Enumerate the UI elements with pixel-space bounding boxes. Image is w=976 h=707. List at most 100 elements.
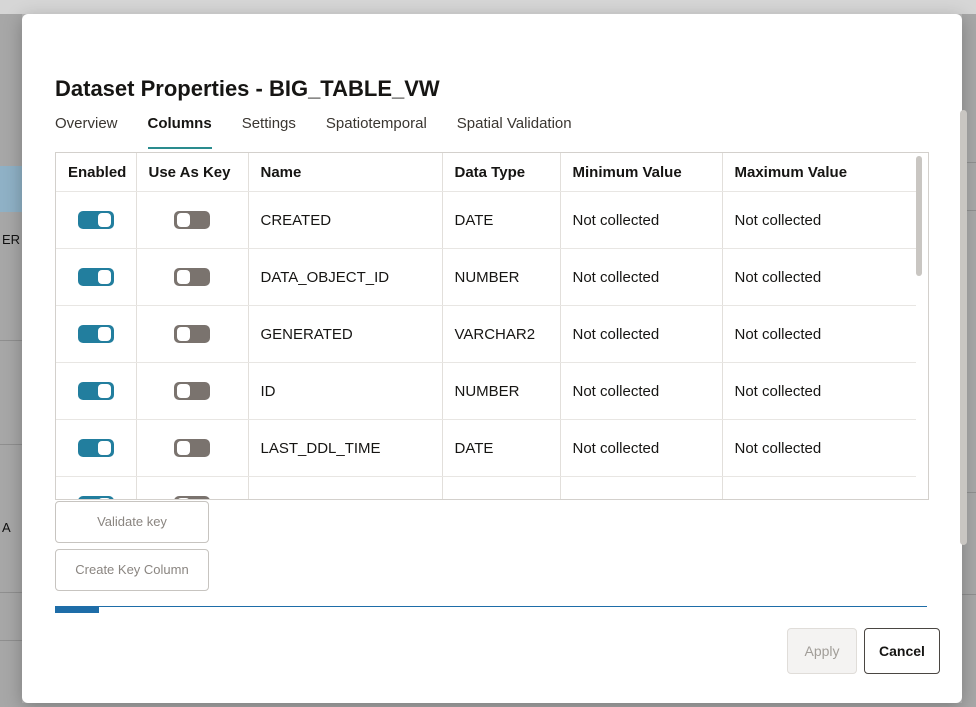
background-edge-text: A [2, 520, 11, 535]
background-row-line [0, 340, 22, 341]
toggle-knob [177, 498, 190, 499]
header-minimum-value: Minimum Value [560, 153, 723, 192]
progress-bar [55, 606, 927, 615]
enabled-cell [56, 476, 137, 499]
apply-button[interactable]: Apply [787, 628, 857, 674]
column-name-cell: LAST_DDL_TIME [248, 419, 443, 477]
toggle-knob [177, 213, 190, 228]
use-as-key-toggle[interactable] [174, 382, 210, 401]
toggle-knob [177, 384, 190, 399]
column-name-cell: LATITUDE [248, 476, 443, 499]
table-row: DATA_OBJECT_ID NUMBER Not collected Not col… [56, 248, 916, 306]
dataset-properties-dialog: Dataset Properties - BIG_TABLE_VW Overvi… [22, 14, 967, 703]
tab-spatiotemporal[interactable]: Spatiotemporal [326, 115, 427, 149]
use-as-key-toggle[interactable] [174, 439, 210, 458]
column-name-cell: GENERATED [248, 305, 443, 363]
data-type-cell: NUMBER [442, 476, 561, 499]
enabled-cell [56, 191, 137, 249]
enabled-cell [56, 362, 137, 420]
enabled-toggle[interactable] [77, 268, 114, 287]
toggle-knob [97, 384, 111, 399]
enabled-toggle[interactable] [77, 496, 114, 499]
data-type-cell: DATE [442, 419, 561, 477]
toggle-knob [177, 327, 190, 342]
toggle-knob [97, 441, 111, 456]
background-edge-text: ER [2, 232, 21, 247]
toggle-knob [177, 441, 190, 456]
table-row: GENERATED VARCHAR2 Not collected Not collec… [56, 305, 916, 363]
table-row: LAST_DDL_TIME DATE Not collected Not collec… [56, 419, 916, 477]
toggle-knob [97, 327, 111, 342]
column-name-cell: ID [248, 362, 443, 420]
enabled-cell [56, 305, 137, 363]
header-use-as-key: Use As Key [136, 153, 249, 192]
use-as-key-cell [136, 191, 249, 249]
use-as-key-toggle[interactable] [174, 211, 210, 230]
toggle-knob [97, 270, 111, 285]
maximum-value-cell: Not collected [722, 305, 916, 363]
dialog-title: Dataset Properties - BIG_TABLE_VW [55, 76, 440, 101]
minimum-value-cell: Not collected [560, 419, 723, 477]
header-maximum-value: Maximum Value [722, 153, 916, 192]
data-type-cell: DATE [442, 191, 561, 249]
use-as-key-cell [136, 248, 249, 306]
dialog-scrollbar[interactable] [958, 110, 968, 645]
table-row: LATITUDENUMBERNot collectedNot collected [56, 476, 916, 499]
enabled-toggle[interactable] [77, 439, 114, 458]
enabled-cell [56, 248, 137, 306]
header-data-type: Data Type [442, 153, 561, 192]
data-type-cell: NUMBER [442, 362, 561, 420]
use-as-key-cell [136, 419, 249, 477]
tab-columns[interactable]: Columns [147, 115, 212, 149]
enabled-toggle[interactable] [77, 325, 114, 344]
minimum-value-cell: Not collected [560, 305, 723, 363]
table-scrollbar[interactable] [915, 154, 923, 494]
tab-bar: Overview Columns Settings Spatiotemporal… [55, 115, 602, 149]
progress-bar-fill [55, 607, 99, 613]
background-row-line [0, 640, 22, 641]
column-name-cell: DATA_OBJECT_ID [248, 248, 443, 306]
use-as-key-toggle[interactable] [174, 496, 210, 499]
data-type-cell: VARCHAR2 [442, 305, 561, 363]
use-as-key-cell [136, 305, 249, 363]
table-scrollbar-thumb[interactable] [916, 156, 922, 276]
table-row: ID NUMBER Not collected Not collected [56, 362, 916, 420]
minimum-value-cell: Not collected [560, 191, 723, 249]
background-top [0, 0, 976, 14]
background-left-panel: ER A [0, 14, 22, 707]
use-as-key-toggle[interactable] [174, 325, 210, 344]
table-row: CREATED DATE Not collected Not collected [56, 191, 916, 249]
toggle-knob [177, 270, 190, 285]
data-type-cell: NUMBER [442, 248, 561, 306]
columns-table-container[interactable]: Enabled Use As Key Name Data Type Minimu… [55, 152, 929, 500]
enabled-toggle[interactable] [77, 382, 114, 401]
toggle-knob [97, 498, 111, 499]
header-enabled: Enabled [56, 153, 137, 192]
tab-overview[interactable]: Overview [55, 115, 118, 149]
columns-table: Enabled Use As Key Name Data Type Minimu… [56, 153, 916, 499]
create-key-column-button[interactable]: Create Key Column [55, 549, 209, 591]
tab-settings[interactable]: Settings [242, 115, 296, 149]
maximum-value-cell: Not collected [722, 248, 916, 306]
tab-spatial-validation[interactable]: Spatial Validation [457, 115, 572, 149]
enabled-cell [56, 419, 137, 477]
minimum-value-cell: Not collected [560, 476, 723, 499]
minimum-value-cell: Not collected [560, 362, 723, 420]
enabled-toggle[interactable] [77, 211, 114, 230]
maximum-value-cell: Not collected [722, 476, 916, 499]
dialog-scrollbar-thumb[interactable] [960, 110, 967, 545]
background-highlight-band [0, 166, 22, 212]
use-as-key-cell [136, 362, 249, 420]
minimum-value-cell: Not collected [560, 248, 723, 306]
cancel-button[interactable]: Cancel [864, 628, 940, 674]
background-row-line [0, 592, 22, 593]
background-bottom [22, 703, 962, 707]
validate-key-button[interactable]: Validate key [55, 501, 209, 543]
column-name-cell: CREATED [248, 191, 443, 249]
use-as-key-cell [136, 476, 249, 499]
maximum-value-cell: Not collected [722, 191, 916, 249]
maximum-value-cell: Not collected [722, 362, 916, 420]
table-header-row: Enabled Use As Key Name Data Type Minimu… [56, 153, 916, 192]
toggle-knob [97, 213, 111, 228]
use-as-key-toggle[interactable] [174, 268, 210, 287]
